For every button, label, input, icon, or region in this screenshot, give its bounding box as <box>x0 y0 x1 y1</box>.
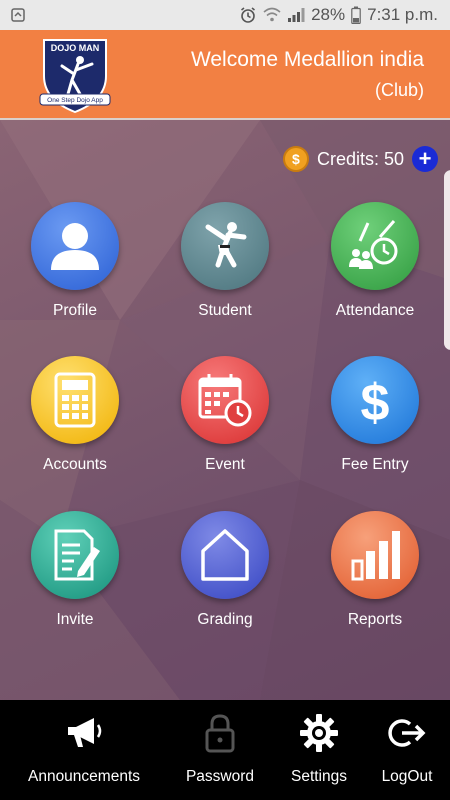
tile-grading[interactable]: Grading <box>165 511 285 629</box>
status-bar: 28% 7:31 p.m. <box>0 0 450 30</box>
notification-icon <box>11 8 25 22</box>
add-credits-button[interactable]: + <box>412 146 438 172</box>
student-circle[interactable] <box>181 202 269 290</box>
nav-label: LogOut <box>381 768 433 785</box>
event-circle[interactable] <box>181 356 269 444</box>
status-right: 28% 7:31 p.m. <box>239 5 438 25</box>
profile-circle[interactable] <box>31 202 119 290</box>
tile-invite[interactable]: Invite <box>15 511 135 629</box>
tile-label: Invite <box>56 611 94 628</box>
karate-kick-icon <box>205 222 247 268</box>
tile-label: Student <box>198 302 252 319</box>
welcome-text: Welcome Medallion india <box>190 48 424 71</box>
battery-icon <box>351 6 361 24</box>
tile-label: Fee Entry <box>341 456 409 473</box>
alarm-icon <box>241 7 256 23</box>
svg-text:$: $ <box>361 374 390 430</box>
calculator-icon <box>54 372 96 428</box>
tile-event[interactable]: Event <box>165 356 285 474</box>
house-icon <box>201 529 249 581</box>
tile-reports[interactable]: Reports <box>315 511 435 629</box>
coin-icon: $ <box>282 146 309 172</box>
nav-settings[interactable]: Settings <box>284 712 354 786</box>
person-icon <box>51 223 99 270</box>
signal-icon <box>288 8 305 22</box>
tile-label: Attendance <box>335 302 415 319</box>
bar-chart-icon <box>351 531 400 581</box>
nav-label: Settings <box>290 768 347 785</box>
tile-label: Event <box>205 456 245 473</box>
invite-circle[interactable] <box>31 511 119 599</box>
attendance-icon <box>349 220 398 269</box>
dojo-man-logo: DOJO MAN One Step Dojo App <box>39 39 111 114</box>
wifi-icon <box>263 7 281 22</box>
role-text: (Club) <box>374 80 424 100</box>
nav-logout[interactable]: LogOut <box>374 712 440 786</box>
grading-circle[interactable] <box>181 511 269 599</box>
fee-entry-circle[interactable]: $ <box>331 356 419 444</box>
reports-circle[interactable] <box>331 511 419 599</box>
dashboard: $ Credits: 50 + Profile Student Attendan… <box>0 120 450 700</box>
gear-icon <box>300 714 338 752</box>
credits-label: Credits: 50 <box>316 148 404 169</box>
status-time: 7:31 p.m. <box>367 5 438 24</box>
tile-label: Grading <box>197 611 253 628</box>
calendar-clock-icon <box>198 374 252 427</box>
accounts-circle[interactable] <box>31 356 119 444</box>
tile-label: Accounts <box>43 456 107 473</box>
tile-fee-entry[interactable]: $ Fee Entry <box>315 356 435 474</box>
lock-icon <box>205 714 235 753</box>
tile-label: Reports <box>347 611 403 628</box>
logout-icon <box>388 719 426 747</box>
nav-announcements[interactable]: Announcements <box>24 712 144 786</box>
tile-profile[interactable]: Profile <box>15 202 135 320</box>
tile-label: Profile <box>53 302 97 319</box>
nav-label: Password <box>185 768 255 785</box>
dollar-icon: $ <box>361 374 390 430</box>
status-left <box>10 7 26 23</box>
nav-password[interactable]: Password <box>180 712 260 786</box>
tile-student[interactable]: Student <box>165 202 285 320</box>
tile-accounts[interactable]: Accounts <box>15 356 135 474</box>
battery-percent: 28% <box>311 5 346 24</box>
tile-attendance[interactable]: Attendance <box>315 202 435 320</box>
drawer-handle[interactable] <box>444 170 450 350</box>
invite-icon <box>54 529 100 581</box>
bottom-nav: Announcements Password Settings LogOut <box>0 700 450 800</box>
credits-bar: $ Credits: 50 + <box>282 146 438 172</box>
app-header: DOJO MAN One Step Dojo App Welcome Medal… <box>0 30 450 120</box>
attendance-circle[interactable] <box>331 202 419 290</box>
svg-text:DOJO MAN: DOJO MAN <box>51 43 100 53</box>
svg-text:One Step Dojo App: One Step Dojo App <box>47 97 103 104</box>
megaphone-icon <box>68 718 102 747</box>
nav-label: Announcements <box>27 768 141 785</box>
